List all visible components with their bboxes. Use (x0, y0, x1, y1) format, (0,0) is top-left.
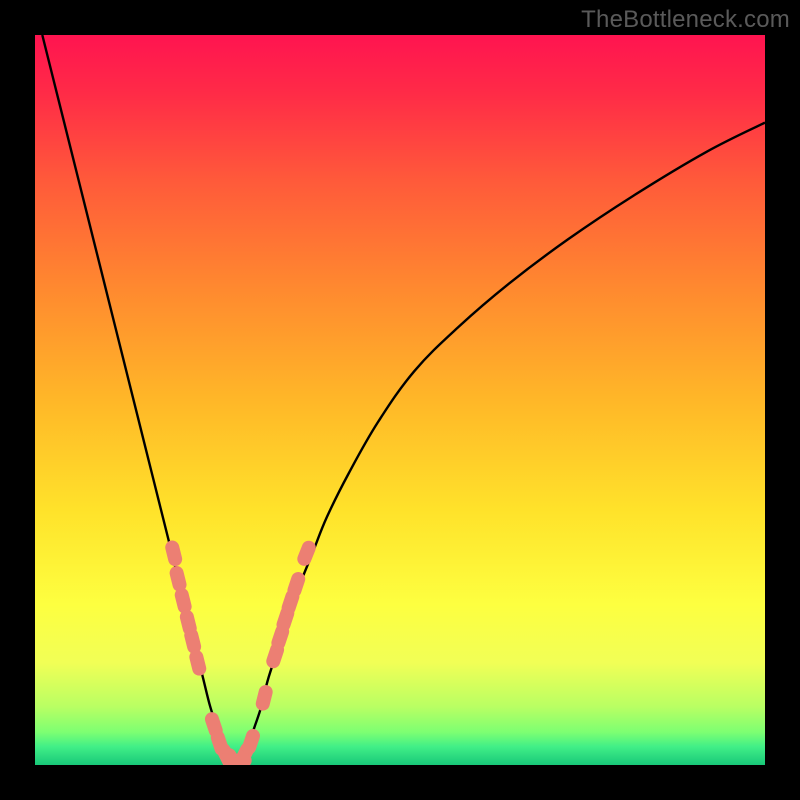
data-markers (164, 539, 318, 765)
chart-svg (35, 35, 765, 765)
plot-area (35, 35, 765, 765)
data-marker (254, 684, 274, 713)
watermark-text: TheBottleneck.com (581, 6, 790, 34)
data-marker (295, 539, 318, 568)
chart-frame: TheBottleneck.com (0, 0, 800, 800)
data-marker (164, 539, 184, 568)
data-marker (188, 648, 208, 677)
bottleneck-curve (42, 35, 765, 765)
